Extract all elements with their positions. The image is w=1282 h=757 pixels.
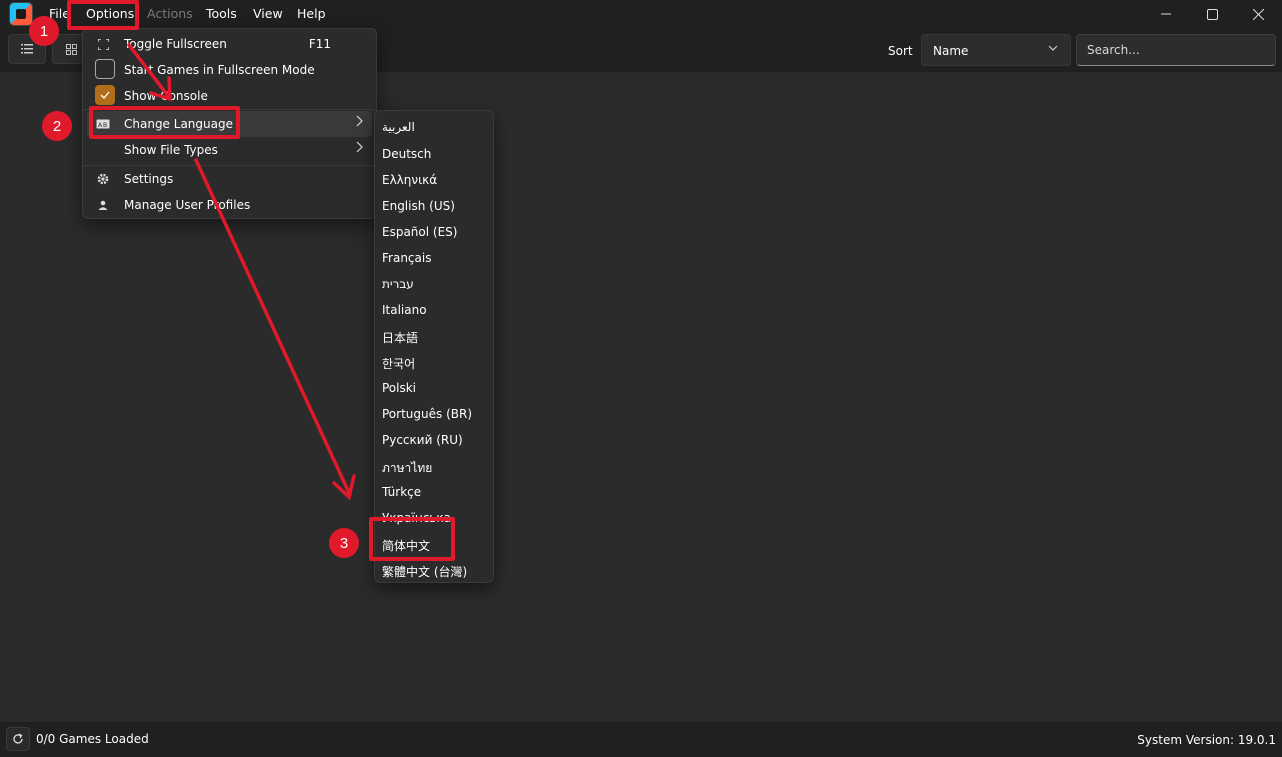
language-option-turkish[interactable]: Türkçe xyxy=(382,485,421,499)
search-input[interactable] xyxy=(1076,34,1276,66)
step-badge-1: 1 xyxy=(29,16,59,46)
menu-item-label: Show Console xyxy=(124,89,208,103)
menu-item-label: Start Games in Fullscreen Mode xyxy=(124,63,315,77)
show-console-checkbox[interactable] xyxy=(95,85,115,105)
maximize-button[interactable] xyxy=(1189,0,1235,28)
menu-item-label: Show File Types xyxy=(124,143,218,157)
menu-item-label: Toggle Fullscreen xyxy=(124,37,227,51)
refresh-icon xyxy=(13,733,23,744)
sort-selected-value: Name xyxy=(933,44,969,58)
highlight-change-language xyxy=(89,106,240,139)
fullscreen-mode-checkbox[interactable] xyxy=(95,59,115,79)
chevron-right-icon xyxy=(356,141,364,157)
language-option-arabic[interactable]: العربية xyxy=(382,120,415,134)
minimize-icon xyxy=(1161,13,1171,15)
checkmark-icon xyxy=(100,91,110,99)
fullscreen-icon xyxy=(95,36,111,52)
menu-view[interactable]: View xyxy=(253,6,283,22)
menu-item-toggle-fullscreen[interactable]: Toggle Fullscreen F11 xyxy=(87,31,372,57)
menu-item-label: Settings xyxy=(124,172,174,186)
chevron-right-icon xyxy=(356,115,364,131)
language-option-polish[interactable]: Polski xyxy=(382,381,416,395)
highlight-options-menu xyxy=(67,0,139,30)
games-loaded-count: 0/0 Games Loaded xyxy=(36,732,149,746)
menu-help[interactable]: Help xyxy=(297,6,326,22)
grid-icon xyxy=(65,43,77,55)
title-bar: File Options Actions Tools View Help xyxy=(0,0,1282,28)
language-option-russian[interactable]: Русский (RU) xyxy=(382,433,463,447)
close-icon xyxy=(1252,8,1264,20)
language-option-hebrew[interactable]: עברית xyxy=(382,277,414,291)
menu-item-label: Manage User Profiles xyxy=(124,198,251,212)
step-badge-2: 2 xyxy=(42,111,72,141)
language-option-traditional-chinese[interactable]: 繁體中文 (台灣) xyxy=(382,563,467,580)
status-bar: 0/0 Games Loaded System Version: 19.0.1 xyxy=(0,722,1282,757)
menu-item-settings[interactable]: Settings xyxy=(87,166,372,192)
language-option-italian[interactable]: Italiano xyxy=(382,303,427,317)
language-option-spanish[interactable]: Español (ES) xyxy=(382,225,457,239)
menu-item-start-fullscreen[interactable]: Start Games in Fullscreen Mode xyxy=(87,57,372,83)
language-option-french[interactable]: Français xyxy=(382,251,431,265)
highlight-simplified-chinese xyxy=(369,517,455,561)
list-icon xyxy=(21,44,33,54)
system-version: System Version: 19.0.1 xyxy=(1137,733,1276,747)
maximize-icon xyxy=(1206,8,1218,20)
language-option-greek[interactable]: Ελληνικά xyxy=(382,173,437,187)
close-button[interactable] xyxy=(1235,0,1281,28)
sort-dropdown[interactable]: Name xyxy=(921,34,1071,66)
language-option-english-us[interactable]: English (US) xyxy=(382,199,455,213)
language-option-portuguese-br[interactable]: Português (BR) xyxy=(382,407,472,421)
menu-tools[interactable]: Tools xyxy=(206,6,237,22)
menu-item-manage-user-profiles[interactable]: Manage User Profiles xyxy=(87,192,372,218)
language-option-thai[interactable]: ภาษาไทย xyxy=(382,459,432,478)
language-option-korean[interactable]: 한국어 xyxy=(382,355,415,372)
menu-item-show-file-types[interactable]: Show File Types xyxy=(87,137,372,163)
shortcut-label: F11 xyxy=(308,37,331,51)
sort-label: Sort xyxy=(888,44,913,58)
minimize-button[interactable] xyxy=(1143,0,1189,28)
app-logo-icon xyxy=(9,2,33,26)
refresh-button[interactable] xyxy=(6,727,30,751)
gear-icon xyxy=(95,171,111,187)
user-icon xyxy=(95,197,111,213)
step-badge-3: 3 xyxy=(329,528,359,558)
menu-actions[interactable]: Actions xyxy=(147,6,193,22)
language-option-japanese[interactable]: 日本語 xyxy=(382,329,418,346)
language-option-german[interactable]: Deutsch xyxy=(382,147,431,161)
language-submenu: العربية Deutsch Ελληνικά English (US) Es… xyxy=(374,110,494,583)
chevron-down-icon xyxy=(1048,43,1058,56)
